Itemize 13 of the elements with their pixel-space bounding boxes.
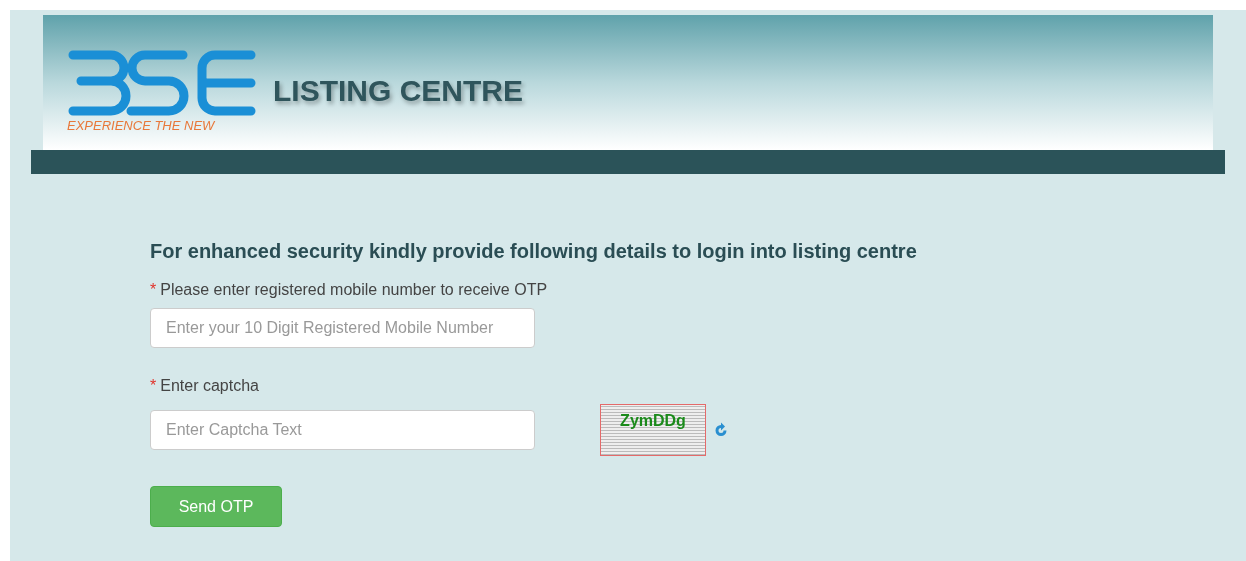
send-otp-button[interactable]: Send OTP: [150, 486, 282, 527]
field-label: Please enter registered mobile number to receive OTP: [160, 280, 548, 300]
required-mark: *: [150, 280, 157, 300]
input-field[interactable]: Enter Captcha Text: [150, 410, 535, 450]
required-mark: *: [150, 376, 157, 396]
site-title: LISTING CENTRE: [273, 73, 523, 109]
input-field[interactable]: Enter your 10 Digit Registered Mobile Number: [150, 308, 535, 348]
form-heading: For enhanced security kindly provide following details to login into listing centre: [150, 239, 918, 264]
tagline: EXPERIENCE THE NEW: [67, 119, 215, 132]
refresh-icon[interactable]: [714, 422, 728, 438]
logo-mark-icon: [67, 49, 257, 117]
captcha-image: ZymDDg: [600, 404, 706, 456]
field-label: Enter captcha: [160, 376, 259, 396]
